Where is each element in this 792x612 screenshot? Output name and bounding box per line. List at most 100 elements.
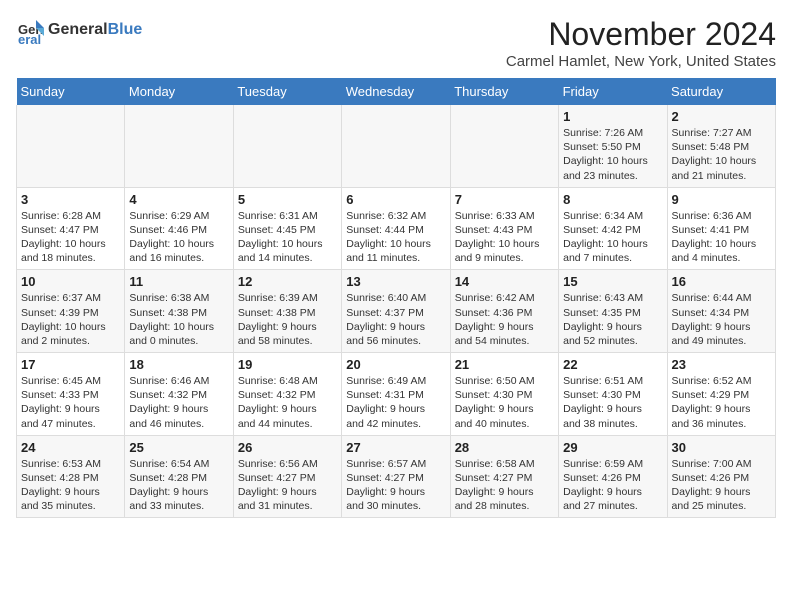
day-number: 2 <box>672 109 771 124</box>
day-number: 11 <box>129 274 228 289</box>
logo-blue: Blue <box>108 21 143 38</box>
calendar-cell: 3Sunrise: 6:28 AM Sunset: 4:47 PM Daylig… <box>17 187 125 270</box>
day-info: Sunrise: 6:29 AM Sunset: 4:46 PM Dayligh… <box>129 209 228 266</box>
calendar-cell: 15 Sunrise: 6:43 AM Sunset: 4:35 PM Dayli… <box>559 270 667 353</box>
header-day-thursday: Thursday <box>450 78 558 105</box>
header-day-monday: Monday <box>125 78 233 105</box>
header-day-wednesday: Wednesday <box>342 78 450 105</box>
day-info: Sunrise: 6:49 AM Sunset: 4:31 PM Dayligh… <box>346 374 445 431</box>
day-info: Sunrise: 7:00 AM Sunset: 4:26 PM Dayligh… <box>672 457 771 514</box>
day-number: 1 <box>563 109 662 124</box>
day-info: Sunrise: 6:28 AM Sunset: 4:47 PM Dayligh… <box>21 209 120 266</box>
day-info: Sunrise: 6:50 AM Sunset: 4:30 PM Dayligh… <box>455 374 554 431</box>
day-number: 20 <box>346 357 445 372</box>
day-info: Sunrise: 6:33 AM Sunset: 4:43 PM Dayligh… <box>455 209 554 266</box>
calendar-week-row: 1 Sunrise: 7:26 AM Sunset: 5:50 PM Daylig… <box>17 105 776 187</box>
calendar-cell: 20 Sunrise: 6:49 AM Sunset: 4:31 PM Dayli… <box>342 353 450 436</box>
calendar-cell <box>450 105 558 187</box>
calendar-cell: 27Sunrise: 6:57 AM Sunset: 4:27 PM Dayli… <box>342 435 450 518</box>
day-number: 16 <box>672 274 771 289</box>
day-info: Sunrise: 6:45 AM Sunset: 4:33 PM Dayligh… <box>21 374 120 431</box>
day-number: 28 <box>455 440 554 455</box>
day-info: Sunrise: 6:53 AM Sunset: 4:28 PM Dayligh… <box>21 457 120 514</box>
calendar-cell: 2 Sunrise: 7:27 AM Sunset: 5:48 PM Daylig… <box>667 105 775 187</box>
calendar-cell: 21 Sunrise: 6:50 AM Sunset: 4:30 PM Dayli… <box>450 353 558 436</box>
header: Gen eral GeneralBlue November 2024 Carme… <box>16 16 776 70</box>
calendar-cell: 5Sunrise: 6:31 AM Sunset: 4:45 PM Daylig… <box>233 187 341 270</box>
day-info: Sunrise: 6:48 AM Sunset: 4:32 PM Dayligh… <box>238 374 337 431</box>
calendar-cell: 22 Sunrise: 6:51 AM Sunset: 4:30 PM Dayli… <box>559 353 667 436</box>
day-info: Sunrise: 6:58 AM Sunset: 4:27 PM Dayligh… <box>455 457 554 514</box>
day-number: 26 <box>238 440 337 455</box>
day-number: 18 <box>129 357 228 372</box>
day-info: Sunrise: 6:59 AM Sunset: 4:26 PM Dayligh… <box>563 457 662 514</box>
calendar-week-row: 17 Sunrise: 6:45 AM Sunset: 4:33 PM Dayli… <box>17 353 776 436</box>
day-info: Sunrise: 7:26 AM Sunset: 5:50 PM Dayligh… <box>563 126 662 183</box>
day-info: Sunrise: 6:44 AM Sunset: 4:34 PM Dayligh… <box>672 291 771 348</box>
day-info: Sunrise: 6:51 AM Sunset: 4:30 PM Dayligh… <box>563 374 662 431</box>
calendar-week-row: 24 Sunrise: 6:53 AM Sunset: 4:28 PM Dayli… <box>17 435 776 518</box>
logo: Gen eral GeneralBlue <box>16 16 142 44</box>
day-info: Sunrise: 6:54 AM Sunset: 4:28 PM Dayligh… <box>129 457 228 514</box>
day-number: 6 <box>346 192 445 207</box>
day-info: Sunrise: 6:43 AM Sunset: 4:35 PM Dayligh… <box>563 291 662 348</box>
day-number: 7 <box>455 192 554 207</box>
logo-icon: Gen eral <box>16 16 44 44</box>
calendar-cell: 30 Sunrise: 7:00 AM Sunset: 4:26 PM Dayli… <box>667 435 775 518</box>
calendar-cell: 11 Sunrise: 6:38 AM Sunset: 4:38 PM Dayli… <box>125 270 233 353</box>
day-number: 22 <box>563 357 662 372</box>
header-day-sunday: Sunday <box>17 78 125 105</box>
calendar-cell: 26 Sunrise: 6:56 AM Sunset: 4:27 PM Dayli… <box>233 435 341 518</box>
calendar-week-row: 10Sunrise: 6:37 AM Sunset: 4:39 PM Dayli… <box>17 270 776 353</box>
calendar-table: SundayMondayTuesdayWednesdayThursdayFrid… <box>16 78 776 518</box>
header-day-friday: Friday <box>559 78 667 105</box>
day-info: Sunrise: 6:56 AM Sunset: 4:27 PM Dayligh… <box>238 457 337 514</box>
day-number: 30 <box>672 440 771 455</box>
calendar-cell: 16 Sunrise: 6:44 AM Sunset: 4:34 PM Dayli… <box>667 270 775 353</box>
day-number: 17 <box>21 357 120 372</box>
calendar-cell: 12Sunrise: 6:39 AM Sunset: 4:38 PM Dayli… <box>233 270 341 353</box>
calendar-cell: 7 Sunrise: 6:33 AM Sunset: 4:43 PM Daylig… <box>450 187 558 270</box>
day-info: Sunrise: 6:38 AM Sunset: 4:38 PM Dayligh… <box>129 291 228 348</box>
day-info: Sunrise: 6:42 AM Sunset: 4:36 PM Dayligh… <box>455 291 554 348</box>
day-number: 14 <box>455 274 554 289</box>
calendar-cell: 29 Sunrise: 6:59 AM Sunset: 4:26 PM Dayli… <box>559 435 667 518</box>
day-number: 29 <box>563 440 662 455</box>
calendar-cell <box>233 105 341 187</box>
month-title: November 2024 <box>506 16 776 53</box>
title-area: November 2024 Carmel Hamlet, New York, U… <box>506 16 776 70</box>
day-number: 15 <box>563 274 662 289</box>
day-number: 10 <box>21 274 120 289</box>
day-info: Sunrise: 6:32 AM Sunset: 4:44 PM Dayligh… <box>346 209 445 266</box>
day-number: 19 <box>238 357 337 372</box>
calendar-cell: 19 Sunrise: 6:48 AM Sunset: 4:32 PM Dayli… <box>233 353 341 436</box>
calendar-cell: 23Sunrise: 6:52 AM Sunset: 4:29 PM Dayli… <box>667 353 775 436</box>
day-info: Sunrise: 6:39 AM Sunset: 4:38 PM Dayligh… <box>238 291 337 348</box>
day-number: 8 <box>563 192 662 207</box>
day-number: 13 <box>346 274 445 289</box>
calendar-cell: 17 Sunrise: 6:45 AM Sunset: 4:33 PM Dayli… <box>17 353 125 436</box>
calendar-cell: 13 Sunrise: 6:40 AM Sunset: 4:37 PM Dayli… <box>342 270 450 353</box>
day-number: 24 <box>21 440 120 455</box>
day-info: Sunrise: 7:27 AM Sunset: 5:48 PM Dayligh… <box>672 126 771 183</box>
logo-general: General <box>48 21 108 38</box>
logo-text: GeneralBlue <box>48 21 142 39</box>
calendar-week-row: 3Sunrise: 6:28 AM Sunset: 4:47 PM Daylig… <box>17 187 776 270</box>
calendar-cell: 14 Sunrise: 6:42 AM Sunset: 4:36 PM Dayli… <box>450 270 558 353</box>
header-day-tuesday: Tuesday <box>233 78 341 105</box>
calendar-cell: 9Sunrise: 6:36 AM Sunset: 4:41 PM Daylig… <box>667 187 775 270</box>
svg-text:eral: eral <box>18 32 41 44</box>
calendar-cell <box>125 105 233 187</box>
calendar-cell: 1 Sunrise: 7:26 AM Sunset: 5:50 PM Daylig… <box>559 105 667 187</box>
calendar-header-row: SundayMondayTuesdayWednesdayThursdayFrid… <box>17 78 776 105</box>
day-info: Sunrise: 6:46 AM Sunset: 4:32 PM Dayligh… <box>129 374 228 431</box>
header-day-saturday: Saturday <box>667 78 775 105</box>
day-info: Sunrise: 6:40 AM Sunset: 4:37 PM Dayligh… <box>346 291 445 348</box>
day-info: Sunrise: 6:52 AM Sunset: 4:29 PM Dayligh… <box>672 374 771 431</box>
calendar-cell <box>17 105 125 187</box>
day-number: 4 <box>129 192 228 207</box>
subtitle: Carmel Hamlet, New York, United States <box>506 53 776 70</box>
day-number: 21 <box>455 357 554 372</box>
calendar-cell: 8Sunrise: 6:34 AM Sunset: 4:42 PM Daylig… <box>559 187 667 270</box>
calendar-cell: 28 Sunrise: 6:58 AM Sunset: 4:27 PM Dayli… <box>450 435 558 518</box>
